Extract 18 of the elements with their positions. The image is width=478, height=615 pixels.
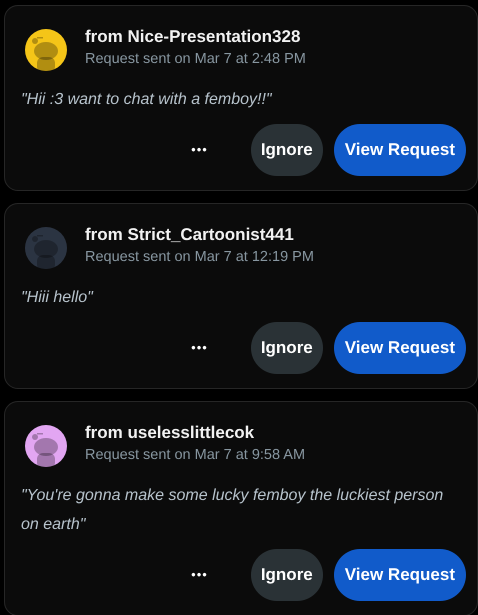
ignore-button[interactable]: Ignore [250, 322, 323, 374]
ignore-button[interactable]: Ignore [250, 124, 323, 176]
message-preview: "Hii :3 want to chat with a femboy!!" [21, 90, 274, 110]
sender-name: from uselesslittlecok [85, 422, 256, 444]
view-request-button[interactable]: View Request [334, 549, 466, 601]
message-preview: "You're gonna make some lucky femboy the luckiest person on earth" [21, 486, 444, 535]
ignore-button[interactable]: Ignore [250, 549, 323, 601]
request-time: Request sent on Mar 7 at 12:19 PM [85, 248, 314, 267]
view-request-button[interactable]: View Request [334, 124, 466, 176]
request-time: Request sent on Mar 7 at 9:58 AM [85, 446, 306, 465]
sender-name: from Strict_Cartoonist441 [85, 224, 295, 246]
request-time: Request sent on Mar 7 at 2:48 PM [85, 50, 306, 69]
sender-name: from Nice-Presentation328 [85, 26, 302, 48]
more-options-button[interactable]: ••• [185, 140, 214, 160]
view-request-button[interactable]: View Request [334, 322, 466, 374]
more-options-button[interactable]: ••• [185, 565, 214, 585]
more-options-button[interactable]: ••• [185, 338, 214, 358]
message-preview: "Hiii hello" [21, 288, 94, 308]
